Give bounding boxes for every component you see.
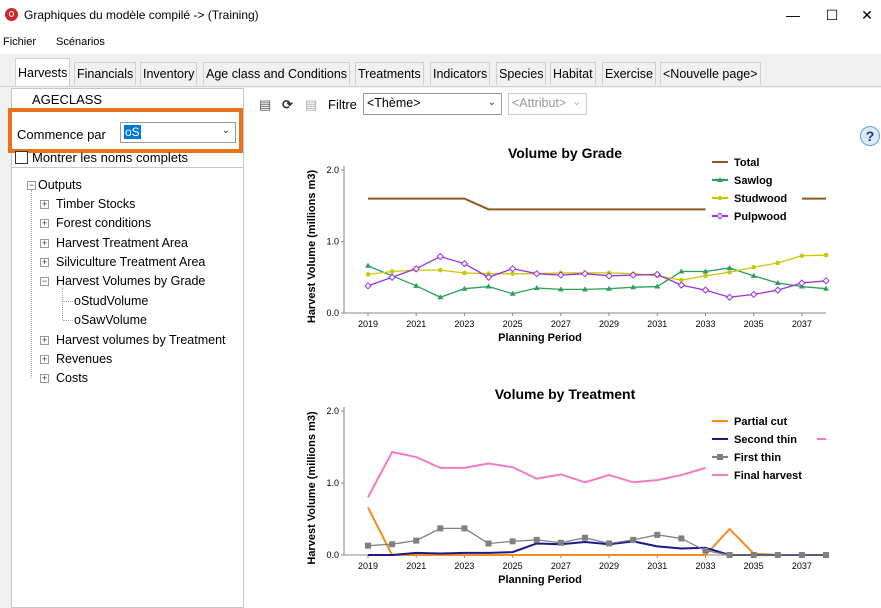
legend-marker [717, 454, 723, 460]
x-axis-label: Planning Period [498, 574, 582, 586]
x-tick-label: 2027 [551, 561, 571, 571]
data-point-pulpwood [581, 269, 589, 278]
legend-label-first-thin: First thin [734, 452, 781, 464]
series-line-partial-cut [367, 507, 826, 556]
data-point-pulpwood [798, 279, 806, 287]
x-tick-label: 2037 [792, 319, 812, 329]
data-point-studwood [799, 253, 805, 259]
data-point-first-thin [823, 552, 829, 558]
data-point-pulpwood [701, 286, 710, 294]
legend-label-sawlog: Sawlog [734, 175, 773, 187]
data-point-first-thin [485, 540, 492, 547]
data-point-sawlog [365, 262, 371, 268]
data-point-first-thin [389, 541, 396, 548]
chart-volume-by-grade: Volume by Grade 0.0 1.0 2.0 2019 2021 2023 2025… [306, 145, 830, 344]
x-tick-label: 2023 [454, 319, 474, 329]
x-axis-label: Planning Period [498, 332, 582, 344]
data-point-first-thin [365, 542, 371, 549]
data-point-pulpwood [436, 252, 445, 261]
data-point-studwood [751, 264, 756, 270]
data-point-pulpwood [749, 290, 758, 299]
legend-label-second-thin: Second thin [734, 434, 797, 446]
y-tick-label: 0.0 [326, 550, 339, 560]
x-tick-label: 2037 [792, 561, 812, 571]
chart-volume-by-treatment: Volume by Treatment 0.0 1.0 2.0 2019 2021 2023… [306, 386, 829, 586]
data-point-first-thin [726, 552, 733, 558]
data-point-studwood [438, 267, 443, 273]
x-tick-label: 2023 [454, 561, 474, 571]
data-point-studwood [462, 270, 467, 276]
x-tick-label: 2029 [599, 319, 619, 329]
data-point-pulpwood [533, 269, 541, 278]
series-line-final-harvest [367, 450, 706, 498]
x-tick-label: 2029 [599, 561, 619, 571]
data-point-first-thin [798, 552, 805, 558]
x-tick-label: 2027 [551, 319, 571, 329]
data-point-sawlog [726, 264, 733, 270]
data-point-pulpwood [725, 293, 734, 301]
data-point-pulpwood [460, 259, 469, 268]
data-point-studwood [775, 260, 781, 266]
legend-label-total: Total [734, 157, 759, 169]
x-tick-label: 2033 [695, 561, 715, 571]
x-tick-label: 2021 [406, 319, 426, 329]
legend-marker [716, 212, 724, 220]
data-point-first-thin [702, 547, 709, 554]
data-point-pulpwood [484, 273, 493, 281]
data-point-first-thin [750, 552, 757, 558]
data-point-pulpwood [364, 282, 372, 290]
chart-title: Volume by Grade [508, 145, 622, 161]
chart-title: Volume by Treatment [495, 386, 636, 402]
data-point-studwood [727, 269, 732, 275]
data-point-first-thin [654, 531, 661, 538]
x-tick-label: 2035 [744, 319, 764, 329]
x-tick-label: 2025 [503, 319, 523, 329]
legend-marker [717, 195, 723, 201]
x-tick-label: 2025 [503, 561, 523, 571]
x-tick-label: 2021 [406, 561, 426, 571]
y-axis-label: Harvest Volume (millions m3) [306, 411, 318, 565]
data-point-first-thin [630, 536, 637, 543]
y-tick-label: 1.0 [326, 237, 339, 247]
data-point-first-thin [678, 535, 685, 542]
legend-label-final-harvest: Final harvest [734, 470, 802, 482]
data-point-first-thin [533, 536, 540, 543]
x-tick-label: 2035 [744, 561, 764, 571]
charts-svg: Volume by Grade 0.0 1.0 2.0 2019 2021 2023 2025… [306, 145, 830, 586]
data-point-first-thin [774, 552, 781, 558]
x-tick-label: 2031 [647, 319, 667, 329]
data-point-pulpwood [774, 286, 782, 294]
data-point-pulpwood [508, 264, 517, 273]
data-point-studwood [823, 252, 829, 258]
legend-label-pulpwood: Pulpwood [734, 211, 787, 223]
data-point-first-thin [557, 539, 564, 546]
x-tick-label: 2033 [695, 319, 715, 329]
x-tick-label: 2019 [358, 319, 378, 329]
data-point-sawlog [485, 283, 492, 289]
y-tick-label: 2.0 [326, 165, 339, 175]
data-point-studwood [703, 273, 708, 279]
x-tick-label: 2019 [358, 561, 378, 571]
data-point-pulpwood [822, 277, 830, 285]
y-tick-label: 0.0 [326, 308, 339, 318]
x-tick-label: 2031 [647, 561, 667, 571]
data-point-first-thin [581, 534, 588, 541]
data-point-first-thin [606, 540, 613, 547]
data-point-studwood [365, 272, 371, 277]
data-point-studwood [389, 269, 395, 274]
y-tick-label: 2.0 [326, 406, 339, 416]
legend-label-partial-cut: Partial cut [734, 416, 788, 428]
series-line-first-thin [367, 527, 826, 556]
y-tick-label: 1.0 [326, 478, 339, 488]
series-line-total [368, 197, 706, 211]
data-point-first-thin [461, 525, 468, 532]
data-point-first-thin [437, 525, 444, 532]
data-point-pulpwood [677, 281, 686, 289]
y-axis-label: Harvest Volume (millions m3) [306, 170, 318, 324]
data-point-first-thin [413, 537, 420, 544]
data-point-first-thin [509, 538, 516, 545]
legend-label-studwood: Studwood [734, 193, 787, 205]
